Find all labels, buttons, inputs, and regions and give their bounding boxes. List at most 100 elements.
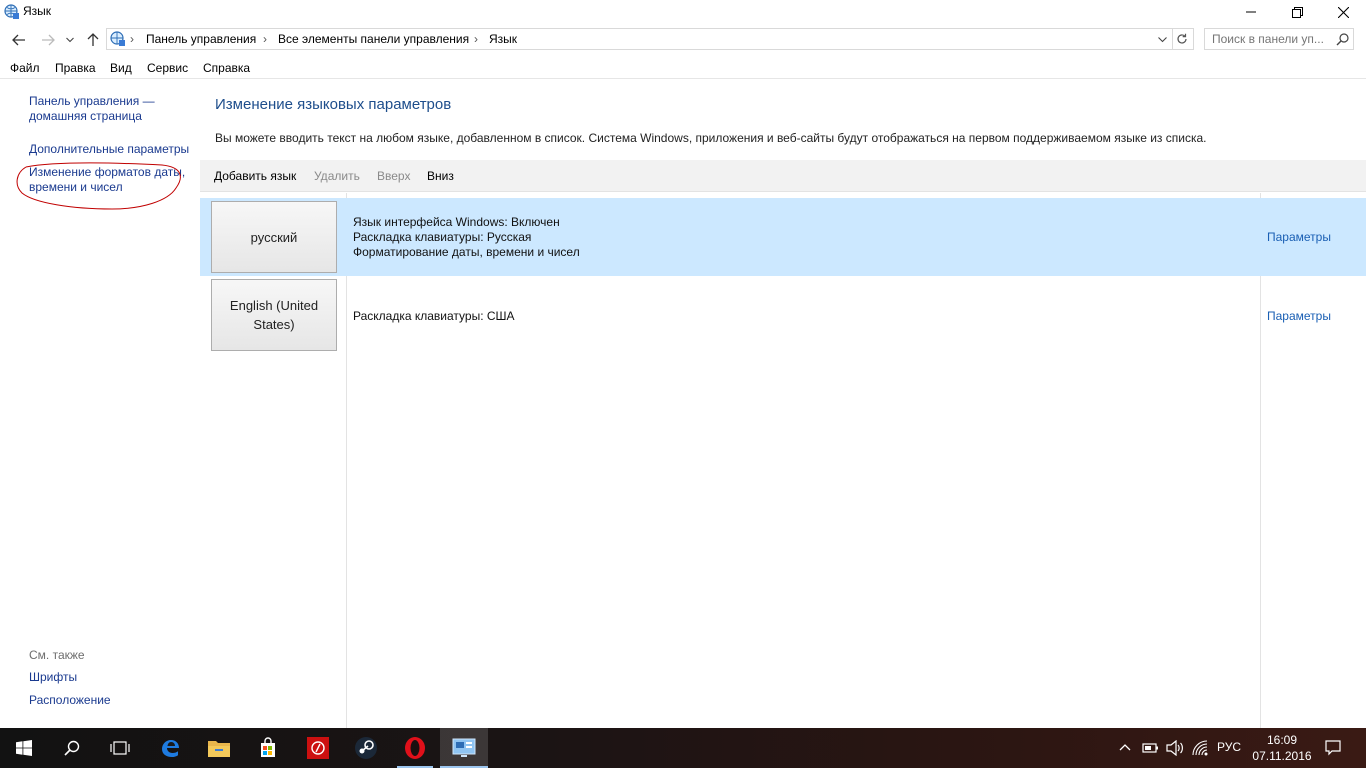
address-bar[interactable]: › Панель управления › Все элементы панел… bbox=[106, 28, 1194, 50]
detail-line: Раскладка клавиатуры: США bbox=[353, 309, 515, 323]
chevron-down-icon bbox=[66, 37, 74, 43]
volume-icon[interactable] bbox=[1166, 740, 1184, 756]
steam-icon bbox=[355, 737, 377, 759]
detail-line: Раскладка клавиатуры: Русская bbox=[353, 230, 532, 244]
location-link[interactable]: Расположение bbox=[29, 693, 111, 708]
input-language-indicator[interactable]: РУС bbox=[1217, 740, 1241, 754]
forward-arrow-icon bbox=[42, 34, 55, 46]
add-language-button[interactable]: Добавить язык bbox=[214, 169, 296, 183]
breadcrumb-separator-icon[interactable]: › bbox=[474, 32, 478, 46]
language-options-link[interactable]: Параметры bbox=[1267, 230, 1331, 244]
network-icon[interactable] bbox=[1192, 740, 1208, 756]
breadcrumb-separator-icon[interactable]: › bbox=[263, 32, 267, 46]
back-arrow-icon bbox=[12, 34, 25, 46]
globe-control-panel-icon bbox=[4, 4, 19, 19]
file-explorer-button[interactable] bbox=[195, 728, 243, 768]
windows-start-icon bbox=[16, 740, 32, 756]
left-pane: Панель управления — домашняя страница До… bbox=[0, 79, 200, 728]
language-details: Язык интерфейса Windows: Включен Расклад… bbox=[353, 215, 580, 260]
chevron-up-icon[interactable] bbox=[1119, 743, 1131, 751]
recent-locations-button[interactable] bbox=[62, 30, 78, 50]
language-tile-english[interactable]: English (United States) bbox=[211, 279, 337, 351]
opera-button[interactable] bbox=[391, 728, 439, 768]
detail-line: Форматирование даты, времени и чисел bbox=[353, 245, 580, 259]
title-bar: Язык bbox=[0, 0, 1366, 24]
language-list: русский Язык интерфейса Windows: Включен… bbox=[200, 193, 1366, 728]
maximize-button[interactable] bbox=[1274, 0, 1320, 24]
language-name-line1: English (United bbox=[229, 298, 319, 313]
up-button[interactable] bbox=[83, 30, 103, 50]
language-tile-russian[interactable]: русский bbox=[211, 201, 337, 273]
menu-view[interactable]: Вид bbox=[110, 61, 132, 75]
breadcrumb-separator-icon[interactable]: › bbox=[130, 32, 134, 46]
close-icon bbox=[1337, 6, 1349, 18]
opera-icon bbox=[405, 737, 425, 759]
action-center-icon[interactable] bbox=[1325, 740, 1341, 756]
store-button[interactable] bbox=[244, 728, 292, 768]
clock[interactable]: 16:09 07.11.2016 bbox=[1252, 732, 1312, 764]
language-toolbar: Добавить язык Удалить Вверх Вниз bbox=[200, 160, 1366, 192]
search-icon[interactable] bbox=[1336, 33, 1349, 46]
annotation-circle bbox=[16, 162, 181, 210]
minimize-icon bbox=[1246, 11, 1256, 13]
menu-tools[interactable]: Сервис bbox=[147, 61, 188, 75]
edge-icon bbox=[162, 740, 179, 757]
address-divider bbox=[1172, 29, 1173, 49]
red-app-icon bbox=[307, 737, 329, 759]
detail-line: Язык интерфейса Windows: Включен bbox=[353, 215, 560, 229]
see-also-label: См. также bbox=[29, 648, 85, 662]
language-row-russian[interactable]: русский Язык интерфейса Windows: Включен… bbox=[200, 198, 1366, 276]
navigation-bar: › Панель управления › Все элементы панел… bbox=[0, 26, 1366, 54]
home-link-line2: домашняя страница bbox=[29, 109, 142, 123]
red-app-button[interactable] bbox=[294, 728, 342, 768]
clock-time: 16:09 bbox=[1266, 733, 1298, 747]
start-button[interactable] bbox=[0, 728, 48, 768]
store-icon bbox=[261, 737, 275, 757]
menu-edit[interactable]: Правка bbox=[55, 61, 96, 75]
window-title: Язык bbox=[23, 4, 52, 18]
breadcrumb-control-panel[interactable]: Панель управления bbox=[146, 32, 256, 46]
move-up-button[interactable]: Вверх bbox=[377, 169, 410, 183]
minimize-button[interactable] bbox=[1228, 0, 1274, 24]
edge-button[interactable] bbox=[146, 728, 194, 768]
task-view-icon bbox=[110, 741, 130, 755]
forward-button[interactable] bbox=[38, 30, 58, 50]
back-button[interactable] bbox=[9, 30, 29, 50]
remove-button[interactable]: Удалить bbox=[314, 169, 360, 183]
menu-file[interactable]: Файл bbox=[10, 61, 40, 75]
menu-help[interactable]: Справка bbox=[203, 61, 250, 75]
close-button[interactable] bbox=[1320, 0, 1366, 24]
language-name-line2: States) bbox=[253, 317, 295, 332]
home-link-line1: Панель управления — bbox=[29, 94, 155, 108]
control-panel-taskbar-button[interactable] bbox=[440, 728, 488, 768]
battery-icon[interactable] bbox=[1142, 741, 1160, 755]
file-explorer-icon bbox=[208, 741, 230, 757]
menu-bar: Файл Правка Вид Сервис Справка bbox=[0, 58, 1366, 79]
advanced-settings-link[interactable]: Дополнительные параметры bbox=[29, 142, 189, 157]
clock-date: 07.11.2016 bbox=[1252, 749, 1312, 763]
language-name: русский bbox=[250, 229, 298, 245]
page-description: Вы можете вводить текст на любом языке, … bbox=[215, 131, 1207, 145]
steam-button[interactable] bbox=[342, 728, 390, 768]
fonts-link[interactable]: Шрифты bbox=[29, 670, 77, 685]
control-panel-icon bbox=[452, 738, 476, 757]
breadcrumb-all-items[interactable]: Все элементы панели управления bbox=[278, 32, 469, 46]
chevron-down-icon[interactable] bbox=[1158, 37, 1167, 43]
up-arrow-icon bbox=[87, 33, 99, 46]
control-panel-icon bbox=[110, 31, 125, 46]
search-button[interactable] bbox=[48, 728, 96, 768]
control-panel-home-link[interactable]: Панель управления — домашняя страница bbox=[29, 94, 155, 124]
language-row-english[interactable]: English (United States) Раскладка клавиа… bbox=[200, 276, 1366, 354]
language-details: Раскладка клавиатуры: США bbox=[353, 309, 515, 324]
restore-icon bbox=[1291, 6, 1303, 18]
taskbar: РУС 16:09 07.11.2016 bbox=[0, 728, 1366, 768]
task-view-button[interactable] bbox=[96, 728, 144, 768]
search-input[interactable] bbox=[1205, 29, 1330, 49]
move-down-button[interactable]: Вниз bbox=[427, 169, 454, 183]
language-options-link[interactable]: Параметры bbox=[1267, 309, 1331, 323]
search-icon bbox=[64, 740, 80, 756]
page-title: Изменение языковых параметров bbox=[215, 96, 452, 113]
refresh-icon[interactable] bbox=[1176, 33, 1188, 45]
breadcrumb-language[interactable]: Язык bbox=[489, 32, 517, 46]
search-box[interactable] bbox=[1204, 28, 1354, 50]
